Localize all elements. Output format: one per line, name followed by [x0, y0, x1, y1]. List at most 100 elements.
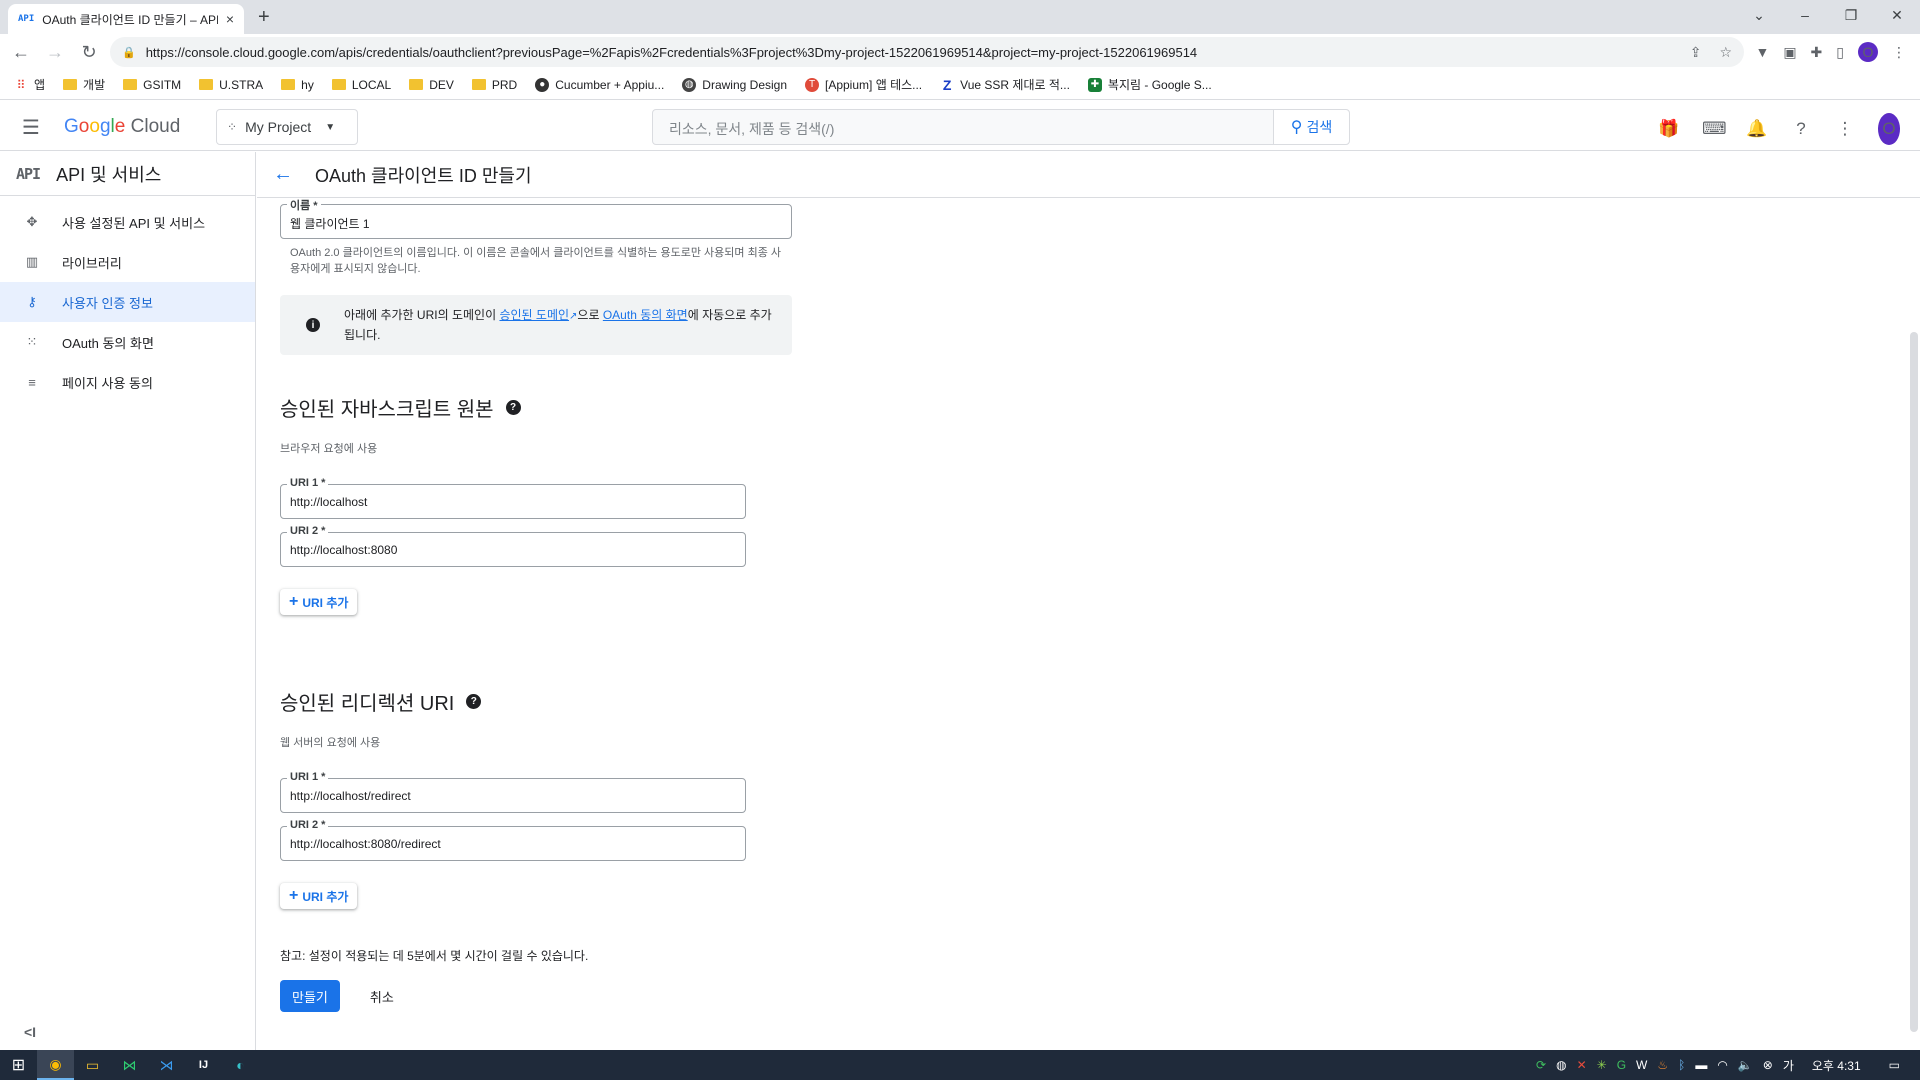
bookmark-link[interactable]: ● Cucumber + Appiu...	[535, 77, 664, 92]
tray-network-app-icon[interactable]: ✳	[1597, 1058, 1607, 1072]
bookmark-link[interactable]: Z Vue SSR 제대로 적...	[940, 76, 1070, 93]
field-label: URI 2 *	[287, 525, 329, 537]
gift-icon[interactable]: 🎁	[1658, 119, 1680, 139]
add-redirect-uri-button[interactable]: + URI 추가	[280, 883, 358, 909]
edge-icon[interactable]: ◐	[222, 1050, 259, 1080]
window-close-icon[interactable]: ✕	[1874, 4, 1920, 26]
help-question-icon[interactable]: ?	[505, 400, 521, 415]
ime-icon[interactable]: 가	[1783, 1057, 1794, 1074]
tab-search-icon[interactable]: ⌄	[1736, 4, 1782, 26]
tab-close-icon[interactable]: ×	[226, 11, 234, 27]
windows-start-icon[interactable]: ⊞	[0, 1050, 37, 1080]
minimize-icon[interactable]: –	[1782, 4, 1828, 26]
help-question-icon[interactable]: ?	[466, 694, 482, 709]
bookmark-star-icon[interactable]: ☆	[1719, 44, 1732, 61]
tray-close-circle-icon[interactable]: ⊗	[1763, 1058, 1773, 1072]
chrome-icon[interactable]: ◉	[37, 1050, 74, 1080]
extensions-puzzle-icon[interactable]: ✚	[1811, 44, 1823, 61]
help-icon[interactable]: ?	[1790, 119, 1812, 139]
field-value[interactable]: http://localhost:8080/redirect	[290, 837, 441, 851]
bookmark-link[interactable]: T [Appium] 앱 테스...	[805, 76, 922, 93]
bookmark-label: 개발	[83, 78, 106, 92]
bookmark-folder[interactable]: U.STRA	[199, 78, 263, 92]
sidebar-item-enabled-apis[interactable]: ✥ 사용 설정된 API 및 서비스	[0, 202, 255, 242]
bookmark-folder[interactable]: DEV	[409, 78, 454, 92]
field-value[interactable]: http://localhost/redirect	[290, 789, 411, 803]
authorized-domains-link[interactable]: 승인된 도메인	[499, 308, 569, 322]
new-tab-icon[interactable]: +	[258, 6, 270, 29]
visual-studio-icon[interactable]: ⋈	[111, 1050, 148, 1080]
bookmark-folder[interactable]: GSITM	[123, 78, 181, 92]
back-arrow-icon[interactable]: ←	[4, 42, 38, 63]
vue-devtools-icon[interactable]: ▼	[1755, 44, 1769, 60]
bookmark-folder[interactable]: 개발	[63, 76, 105, 93]
bookmark-folder[interactable]: hy	[281, 78, 314, 92]
intellij-icon[interactable]: IJ	[185, 1050, 222, 1080]
js-origins-section: 승인된 자바스크립트 원본 ? 브라우저 요청에 사용 URI 1 * http…	[280, 393, 840, 615]
bookmark-link[interactable]: ◍ Drawing Design	[682, 77, 787, 92]
sidebar-item-credentials[interactable]: ⚷ 사용자 인증 정보	[0, 282, 255, 322]
field-value[interactable]: http://localhost	[290, 495, 367, 509]
bookmark-folder[interactable]: LOCAL	[331, 78, 391, 92]
google-cloud-logo[interactable]: Google Cloud	[64, 116, 180, 138]
restore-icon[interactable]: ❐	[1828, 4, 1874, 26]
more-vert-icon[interactable]: ⋮	[1834, 119, 1856, 139]
bookmark-folder[interactable]: PRD	[471, 78, 517, 92]
profile-avatar[interactable]: O	[1858, 42, 1878, 62]
notifications-bell-icon[interactable]: 🔔	[1746, 119, 1768, 139]
collapse-sidebar-icon[interactable]: <I	[24, 1024, 36, 1040]
keyboard-tray-icon[interactable]: ▬	[1695, 1058, 1707, 1072]
lock-icon[interactable]: 🔒	[122, 46, 136, 59]
reload-icon[interactable]: ↻	[72, 42, 106, 63]
sidebar-item-page-usage-agreements[interactable]: ≡ 페이지 사용 동의	[0, 362, 255, 402]
volume-muted-icon[interactable]: 🔈	[1738, 1058, 1753, 1072]
menu-hamburger-icon[interactable]: ☰	[22, 115, 40, 140]
chrome-menu-icon[interactable]: ⋮	[1892, 44, 1906, 61]
redirect-uris-title: 승인된 리디렉션 URI	[280, 693, 455, 715]
notification-center-icon[interactable]: ▭	[1889, 1058, 1900, 1072]
sidebar-item-library[interactable]: ▥ 라이브러리	[0, 242, 255, 282]
create-button[interactable]: 만들기	[280, 980, 340, 1012]
tray-security-icon[interactable]: ✕	[1577, 1058, 1587, 1072]
add-js-origin-uri-button[interactable]: + URI 추가	[280, 589, 358, 615]
forward-arrow-icon[interactable]: →	[38, 42, 72, 63]
tray-flame-icon[interactable]: ♨	[1657, 1058, 1668, 1072]
sidebar-item-oauth-consent[interactable]: ⁙ OAuth 동의 화면	[0, 322, 255, 362]
tray-green-app-icon[interactable]: G	[1617, 1058, 1626, 1072]
search-button[interactable]: ⚲ 검색	[1273, 110, 1349, 144]
extension-app-icon[interactable]: ▣	[1783, 44, 1796, 61]
redirect-uri-1[interactable]: URI 1 * http://localhost/redirect	[280, 771, 746, 813]
browser-tab-active[interactable]: API OAuth 클라이언트 ID 만들기 – API ×	[8, 4, 244, 34]
bluetooth-icon[interactable]: ᛒ	[1678, 1058, 1685, 1072]
vscode-icon[interactable]: ⋊	[148, 1050, 185, 1080]
oauth-consent-link[interactable]: OAuth 동의 화면	[603, 308, 688, 322]
cancel-button[interactable]: 취소	[370, 987, 394, 1006]
back-arrow-icon[interactable]: ←	[273, 163, 293, 186]
bookmark-apps[interactable]: ⠿ 앱	[14, 76, 45, 93]
address-url[interactable]: https://console.cloud.google.com/apis/cr…	[146, 45, 1672, 60]
side-panel-icon[interactable]: ▯	[1836, 44, 1844, 61]
project-picker[interactable]: ⁘ My Project ▼	[216, 109, 358, 145]
tab-title: OAuth 클라이언트 ID 만들기 – API	[42, 12, 218, 27]
js-origin-uri-1[interactable]: URI 1 * http://localhost	[280, 477, 746, 519]
tray-app-icon[interactable]: ◍	[1556, 1058, 1566, 1072]
taskbar-clock[interactable]: 오후 4:31	[1812, 1057, 1861, 1074]
search-input[interactable]: 리소스, 문서, 제품 등 검색(/)	[653, 110, 1273, 144]
redirect-uri-2[interactable]: URI 2 * http://localhost:8080/redirect	[280, 819, 746, 861]
page-scrollbar[interactable]	[1910, 332, 1918, 1032]
sidebar-header: API API 및 서비스	[0, 152, 255, 196]
client-name-field[interactable]: 이름 * 웹 클라이언트 1	[280, 197, 792, 239]
cloud-shell-icon[interactable]: ⌨	[1702, 119, 1727, 139]
account-avatar[interactable]: O	[1878, 113, 1900, 145]
tray-sync-icon[interactable]: ⟳	[1536, 1058, 1546, 1072]
client-name-help: OAuth 2.0 클라이언트의 이름입니다. 이 이름은 콘솔에서 클라이언트…	[290, 247, 782, 275]
js-origin-uri-2[interactable]: URI 2 * http://localhost:8080	[280, 525, 746, 567]
share-icon[interactable]: ⇪	[1690, 44, 1702, 61]
address-bar[interactable]: 🔒 https://console.cloud.google.com/apis/…	[110, 37, 1744, 67]
field-value[interactable]: 웹 클라이언트 1	[290, 215, 370, 232]
wifi-icon[interactable]: ◠	[1717, 1058, 1727, 1072]
bookmark-link[interactable]: ✚ 복지림 - Google S...	[1087, 76, 1212, 93]
field-value[interactable]: http://localhost:8080	[290, 543, 397, 557]
tray-w-icon[interactable]: W	[1636, 1058, 1647, 1072]
file-explorer-icon[interactable]: ▭	[74, 1050, 111, 1080]
